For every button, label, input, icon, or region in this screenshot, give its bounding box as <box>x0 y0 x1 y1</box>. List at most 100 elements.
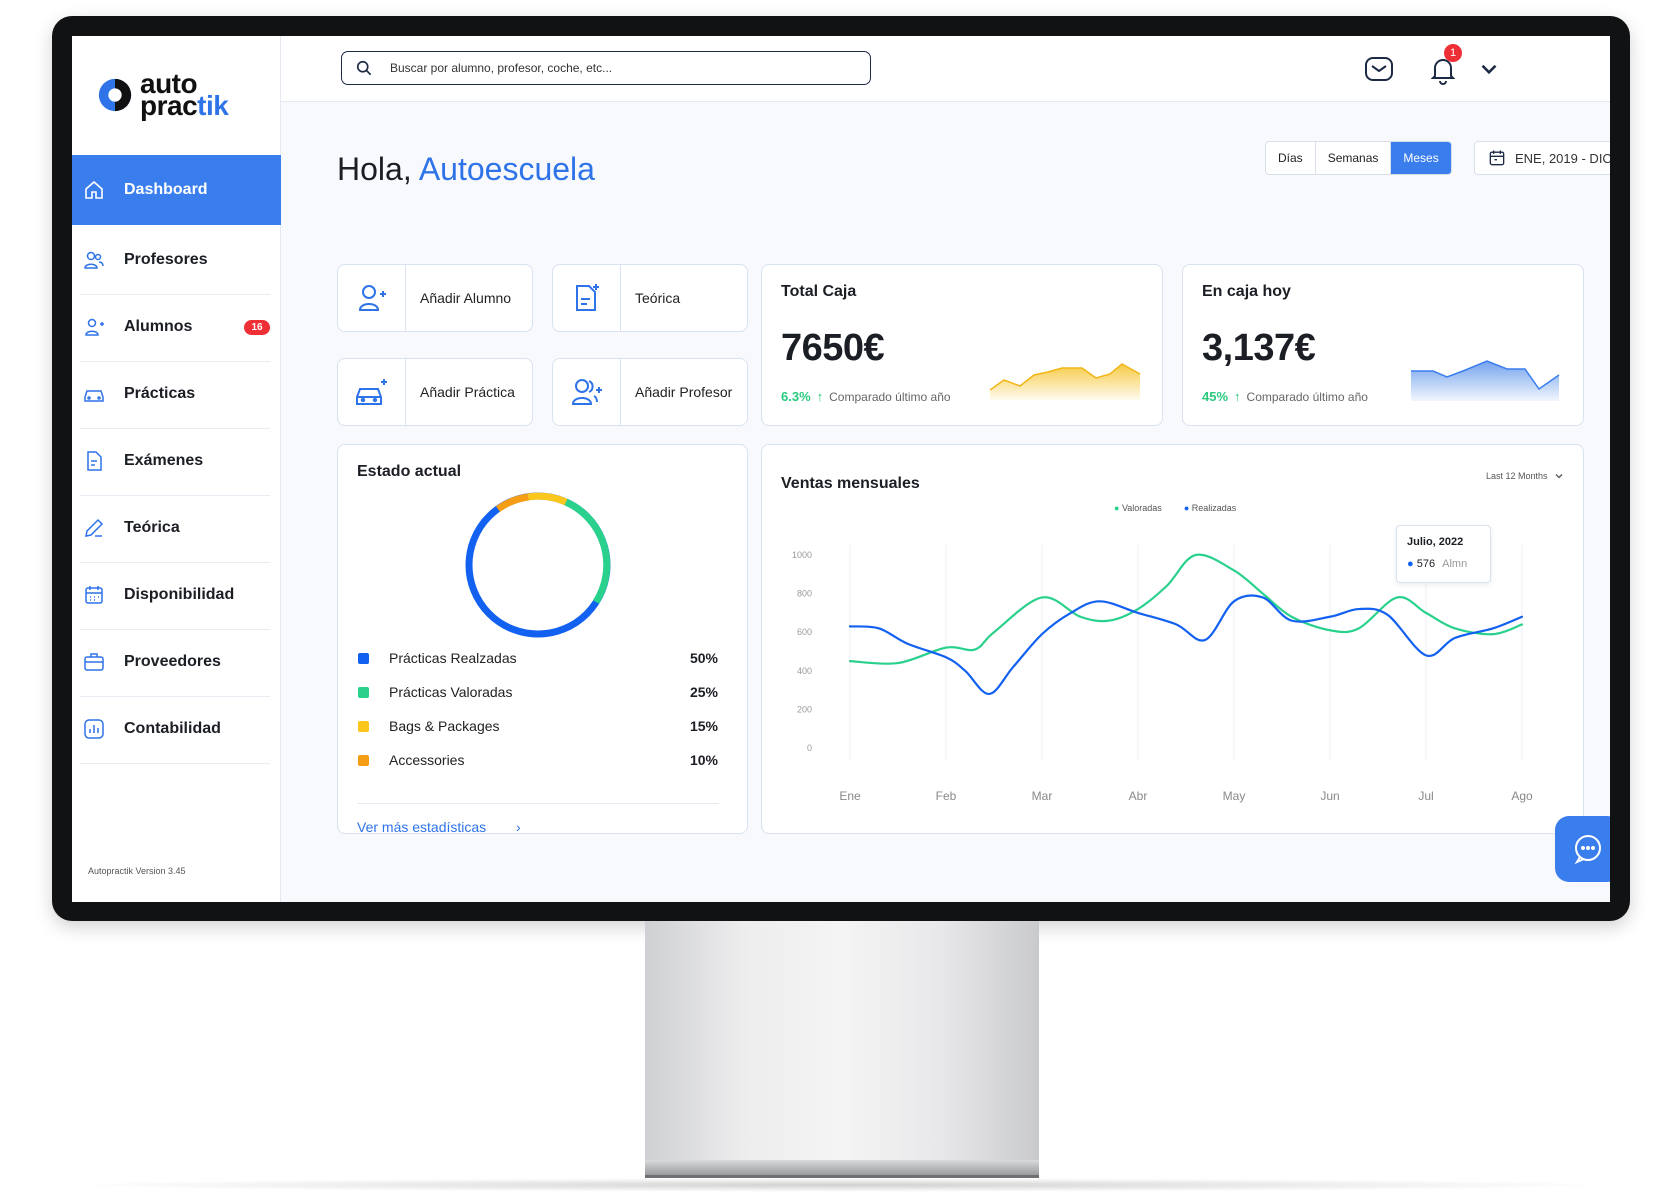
sidebar-item-label: Exámenes <box>124 452 204 469</box>
sidebar-item-contabilidad[interactable]: Contabilidad <box>72 694 281 764</box>
total-caja-value: 7650€ <box>781 327 885 369</box>
ver-mas-estadisticas-link[interactable]: Ver más estadísticas <box>357 819 486 835</box>
sidebar-item-label: Teórica <box>124 519 180 536</box>
sidebar-item-practicas[interactable]: Prácticas <box>72 359 281 429</box>
total-caja-sparkline <box>990 363 1141 400</box>
legend-value: 50% <box>689 650 718 666</box>
legend-name: Accessories <box>389 752 465 768</box>
range-select-label: Last 12 Months <box>1486 471 1548 481</box>
notification-badge: 1 <box>1444 44 1462 62</box>
period-semanas-button[interactable]: Semanas <box>1316 142 1392 174</box>
sidebar-item-disponibilidad[interactable]: Disponibilidad <box>72 560 281 630</box>
date-range-picker[interactable]: ENE, 2019 - DIC, 2019 <box>1474 141 1610 175</box>
y-tick-label: 600 <box>797 627 812 637</box>
sidebar-item-dashboard[interactable]: Dashboard <box>72 155 281 225</box>
search-bar[interactable] <box>341 51 871 85</box>
legend-row: Accessories 10% <box>358 750 718 770</box>
legend-swatch <box>358 686 369 698</box>
sidebar-item-profesores[interactable]: Profesores <box>72 225 281 295</box>
home-icon <box>85 180 103 199</box>
sidebar-item-teorica[interactable]: Teórica <box>72 493 281 563</box>
pencil-icon <box>85 518 104 537</box>
arrow-up-icon: ↑ <box>1234 389 1241 404</box>
total-caja-delta: 6.3% ↑ Comparado último año <box>781 389 951 404</box>
legend-value: 10% <box>689 752 718 768</box>
range-select[interactable]: Last 12 Months <box>1486 471 1564 481</box>
tooltip-dot: ● <box>1407 558 1414 570</box>
sidebar-item-alumnos[interactable]: Alumnos 16 <box>72 292 281 362</box>
delta-compare: Comparado último año <box>1246 390 1368 404</box>
document-icon <box>87 451 102 471</box>
chart-legend: ● Valoradas ● Realizadas <box>1114 503 1236 513</box>
calendar-icon <box>1489 150 1505 166</box>
estado-donut-chart <box>465 492 611 638</box>
sidebar-item-examenes[interactable]: Exámenes <box>72 426 281 496</box>
add-profesor-button[interactable]: Añadir Profesor <box>552 358 748 426</box>
x-tick-label: Jul <box>1418 789 1433 803</box>
top-header <box>281 36 1610 102</box>
sidebar-item-label: Contabilidad <box>124 720 221 737</box>
legend-row: Prácticas Realzadas 50% <box>358 648 718 668</box>
sidebar-item-proveedores[interactable]: Proveedores <box>72 627 281 697</box>
chevron-down-icon[interactable] <box>1476 56 1502 82</box>
car-icon <box>84 390 104 402</box>
x-tick-label: Ene <box>839 789 861 803</box>
car-plus-icon <box>355 379 387 405</box>
add-alumno-label: Añadir Alumno <box>420 290 512 306</box>
estado-actual-title: Estado actual <box>357 463 462 480</box>
add-alumno-button[interactable]: Añadir Alumno <box>337 264 533 332</box>
y-tick-label: 400 <box>797 666 812 676</box>
sidebar-item-label: Disponibilidad <box>124 586 235 603</box>
tooltip-value: 576 <box>1416 558 1436 570</box>
legend-dot: ● <box>1114 503 1120 513</box>
legend-name: Prácticas Realzadas <box>389 650 517 666</box>
en-caja-hoy-delta: 45% ↑ Comparado último año <box>1202 389 1368 404</box>
users-plus-icon <box>571 379 602 405</box>
legend-swatch <box>358 652 369 664</box>
page-title: Hola, Autoescuela <box>337 151 595 188</box>
divider <box>357 803 719 804</box>
chat-button[interactable] <box>1555 816 1610 882</box>
donut-segment-bags-packages <box>527 492 568 506</box>
legend-swatch <box>358 720 369 732</box>
monitor-stand <box>645 921 1039 1167</box>
add-practica-button[interactable]: Añadir Práctica <box>337 358 533 426</box>
legend-swatch <box>358 754 369 766</box>
calendar-icon <box>85 586 103 604</box>
estado-actual-card: Estado actual Prácticas Realzadas 50% Pr… <box>337 444 748 835</box>
en-caja-hoy-value: 3,137€ <box>1202 327 1316 369</box>
teorica-button[interactable]: Teórica <box>552 264 748 332</box>
legend-item-realizadas: ● Realizadas <box>1184 503 1236 513</box>
divider <box>80 763 270 764</box>
legend-value: 25% <box>689 684 718 700</box>
period-meses-button[interactable]: Meses <box>1391 142 1451 174</box>
user-plus-icon <box>85 318 104 336</box>
ventas-title: Ventas mensuales <box>781 475 920 492</box>
legend-series-name: Realizadas <box>1191 503 1237 513</box>
x-tick-label: May <box>1223 789 1246 803</box>
teorica-label: Teórica <box>635 290 681 306</box>
ventas-mensuales-card: Ventas mensuales Last 12 Months ● Valora… <box>761 444 1584 834</box>
app-version: Autopractik Version 3.45 <box>88 866 186 876</box>
briefcase-icon <box>84 653 104 671</box>
y-tick-label: 200 <box>797 704 812 714</box>
legend-series-name: Valoradas <box>1121 503 1162 513</box>
legend-name: Prácticas Valoradas <box>389 684 513 700</box>
delta-compare: Comparado último año <box>829 390 951 404</box>
mail-icon[interactable] <box>1362 52 1396 86</box>
y-tick-label: 1000 <box>792 550 812 560</box>
bar-chart-icon <box>84 719 104 739</box>
period-dias-button[interactable]: Días <box>1266 142 1316 174</box>
users-icon <box>84 251 104 269</box>
greeting-name: Autoescuela <box>418 151 595 187</box>
chevron-right-icon[interactable]: › <box>516 819 521 835</box>
x-tick-label: Abr <box>1129 789 1148 803</box>
search-input[interactable] <box>390 61 830 75</box>
logo-word-2b: tik <box>197 90 229 121</box>
greeting-hello: Hola, <box>337 151 412 187</box>
app-logo[interactable]: auto practik <box>96 70 229 121</box>
x-tick-label: Jun <box>1320 789 1339 803</box>
chart-tooltip: Julio, 2022 ● 576 Almn <box>1396 525 1491 583</box>
period-toggle: Días Semanas Meses <box>1265 141 1452 175</box>
chat-icon <box>1574 835 1601 865</box>
